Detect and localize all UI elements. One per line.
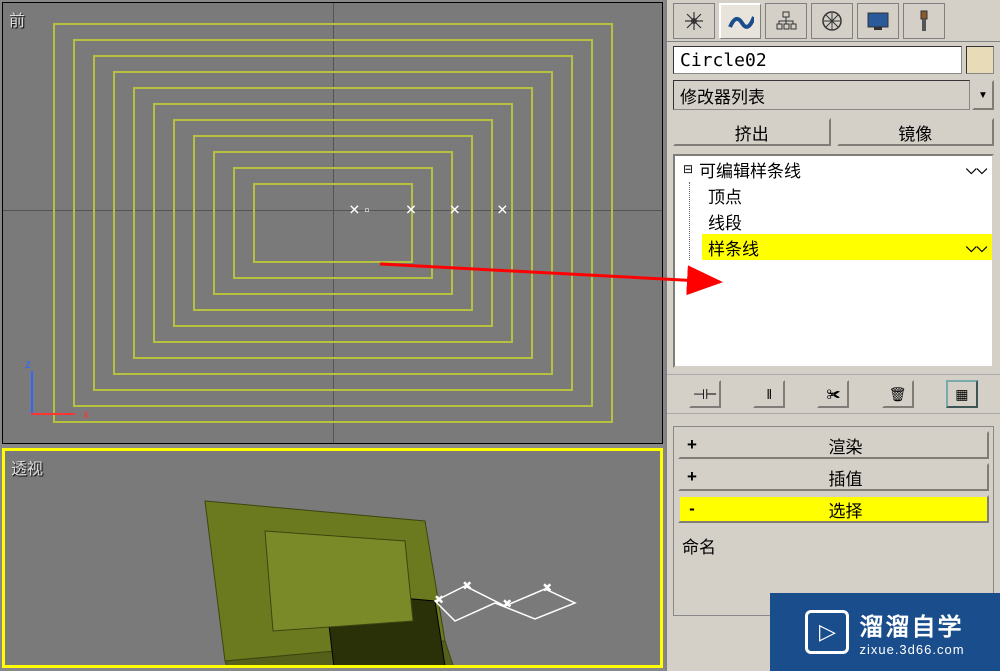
motion-tab[interactable]	[811, 3, 853, 39]
pin-stack-button[interactable]: ⊣⊢	[689, 380, 721, 408]
modifier-list-dropdown[interactable]: 修改器列表	[673, 80, 970, 110]
stack-toolbar: ⊣⊢ ‖ ✀ 🗑 ▦	[667, 374, 1000, 414]
named-selections-label: 命名	[674, 527, 993, 564]
remove-modifier-button[interactable]: 🗑	[882, 380, 914, 408]
selection-vertices: ✕▫ ✕✕ ✕	[333, 201, 525, 218]
active-sub-icon: ⌵⌵	[966, 239, 984, 256]
stack-segment[interactable]: 线段	[702, 208, 992, 234]
svg-text:✕: ✕	[543, 583, 551, 594]
collapse-icon[interactable]: ⊟	[681, 162, 695, 176]
utilities-tab[interactable]	[903, 3, 945, 39]
viewport-front[interactable]: 前 ✕▫ ✕✕ ✕ z	[2, 2, 663, 444]
stack-root[interactable]: ⊟ 可编辑样条线 ⌵⌵	[675, 156, 992, 182]
viewport-column: 前 ✕▫ ✕✕ ✕ z	[0, 0, 665, 671]
configure-sets-button[interactable]: ▦	[946, 380, 978, 408]
object-name-input[interactable]	[673, 46, 962, 74]
collapse-icon: -	[680, 499, 704, 519]
modifier-stack[interactable]: ⊟ 可编辑样条线 ⌵⌵ 顶点 线段 样条线 ⌵⌵	[673, 154, 994, 368]
command-panel: 修改器列表 ▼ 挤出 镜像 ⊟ 可编辑样条线 ⌵⌵ 顶点 线段 样条线	[665, 0, 1000, 671]
play-icon: ▷	[805, 610, 849, 654]
extrude-button[interactable]: 挤出	[673, 118, 831, 146]
object-color-swatch[interactable]	[966, 46, 994, 74]
modify-tab[interactable]	[719, 3, 761, 39]
hierarchy-tab[interactable]	[765, 3, 807, 39]
display-tab[interactable]	[857, 3, 899, 39]
rollout-render[interactable]: + 渲染	[678, 431, 989, 459]
rollout-interpolation[interactable]: + 插值	[678, 463, 989, 491]
watermark-sub: zixue.3d66.com	[859, 642, 964, 657]
viewport-perspective[interactable]: 透视 ✕ ✕ ✕ ✕	[2, 448, 663, 668]
rollout-selection[interactable]: - 选择	[678, 495, 989, 523]
stack-vertex[interactable]: 顶点	[702, 182, 992, 208]
mirror-button[interactable]: 镜像	[837, 118, 995, 146]
perspective-model: ✕ ✕ ✕ ✕	[5, 451, 660, 665]
axis-gizmo: z x	[23, 363, 83, 423]
rollout-area: + 渲染 + 插值 - 选择 命名	[673, 426, 994, 616]
make-unique-button[interactable]: ✀	[817, 380, 849, 408]
expand-icon: +	[680, 467, 704, 487]
watermark: ▷ 溜溜自学 zixue.3d66.com	[770, 593, 1000, 671]
watermark-title: 溜溜自学	[859, 607, 964, 642]
create-tab[interactable]	[673, 3, 715, 39]
active-icon: ⌵⌵	[966, 161, 984, 178]
viewport-front-label: 前	[9, 7, 25, 31]
svg-text:✕: ✕	[435, 595, 443, 606]
expand-icon: +	[680, 435, 704, 455]
dropdown-arrow-icon[interactable]: ▼	[972, 80, 994, 110]
show-end-result-button[interactable]: ‖	[753, 380, 785, 408]
command-panel-tabs	[667, 0, 1000, 42]
stack-spline[interactable]: 样条线 ⌵⌵	[702, 234, 992, 260]
svg-text:✕: ✕	[463, 581, 471, 592]
svg-text:✕: ✕	[503, 599, 511, 610]
